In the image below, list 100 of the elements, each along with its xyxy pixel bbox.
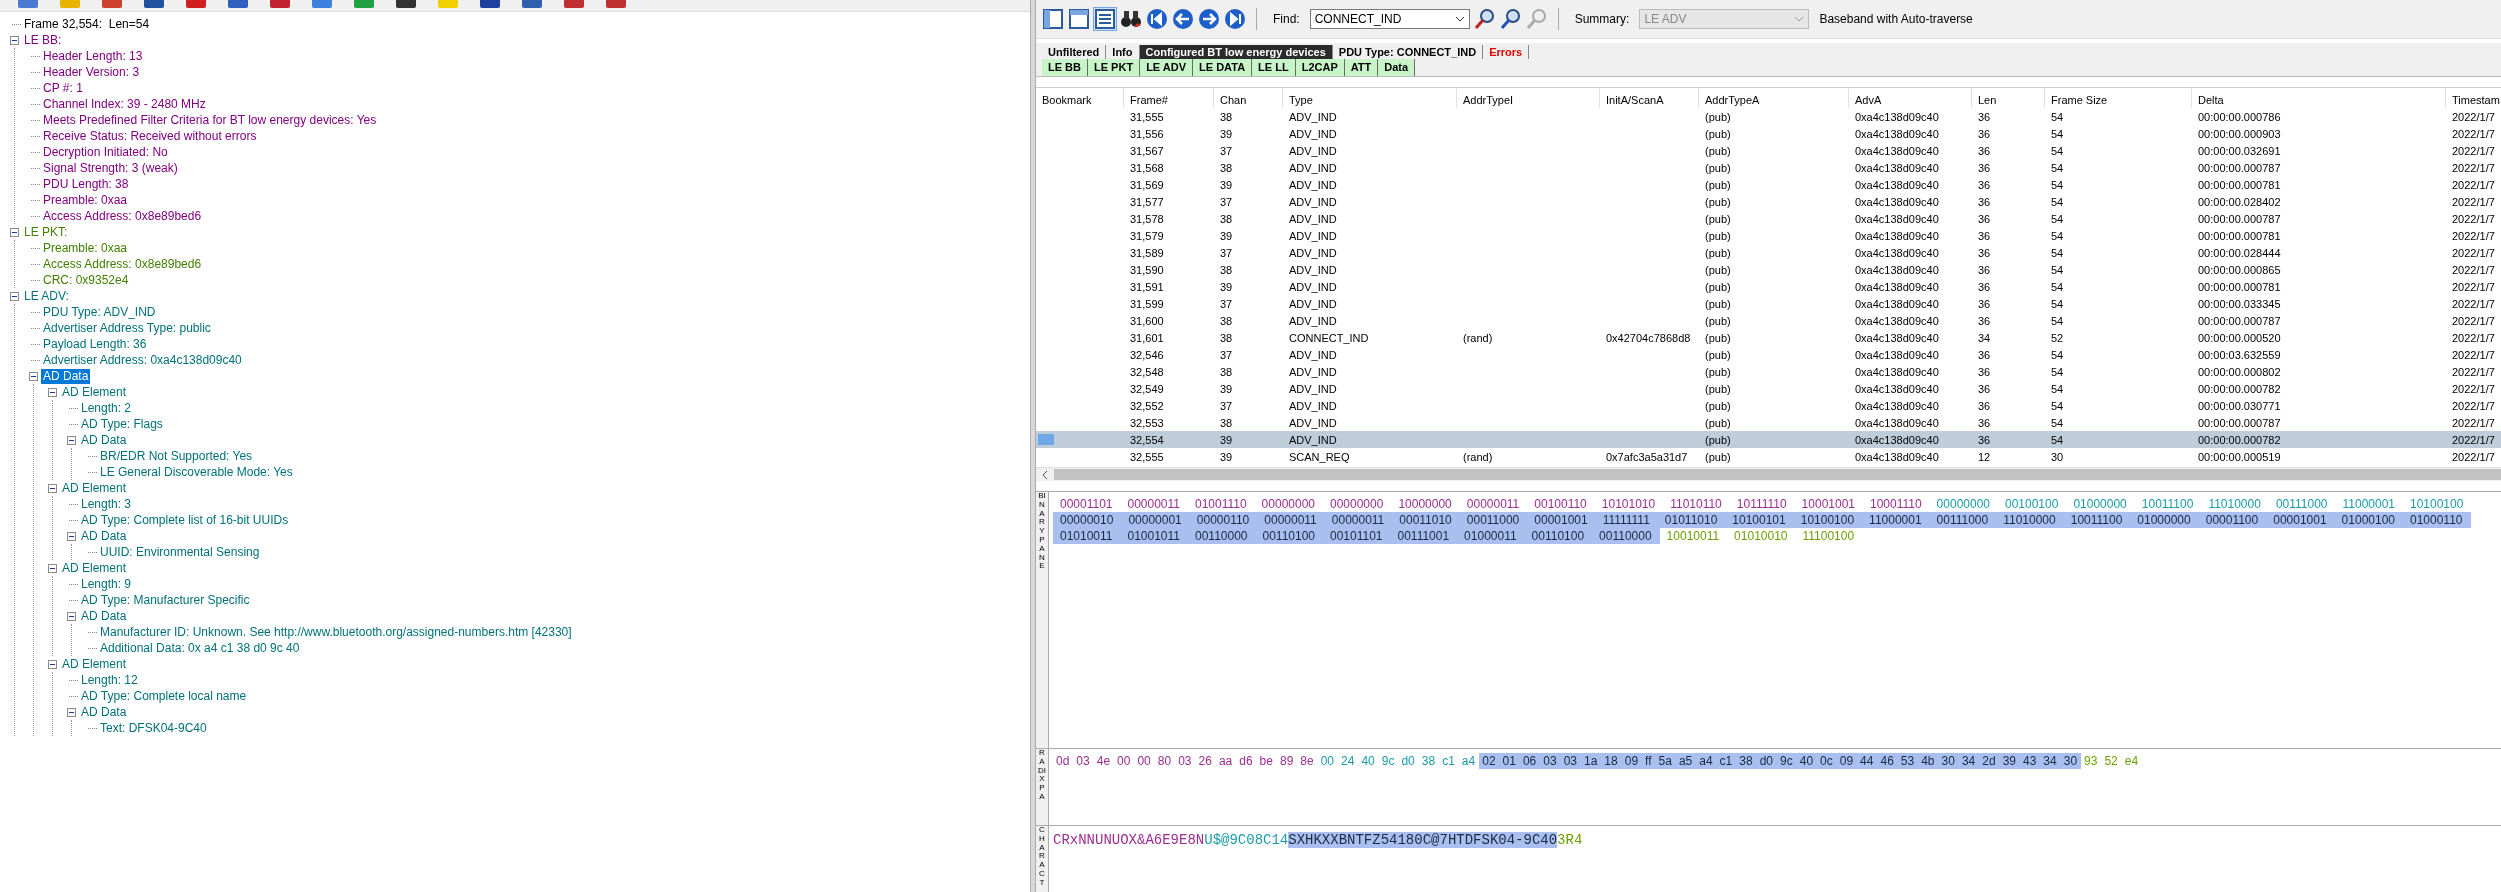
tree-item[interactable]: AD Data [79, 704, 129, 720]
column-header[interactable]: Delta [2192, 88, 2446, 108]
table-row[interactable]: 31,556 39 ADV_IND (pub) 0xa4c138d09c40 36 54 00:00:00.000903 2022/1/7 [1036, 125, 2501, 142]
tree-item[interactable]: Advertiser Address: 0xa4c138d09c40 [41, 352, 244, 368]
layer-tab[interactable]: LE LL [1252, 59, 1296, 76]
tree-item[interactable]: AD Type: Manufacturer Specific [79, 592, 252, 608]
column-header[interactable]: Frame Size [2045, 88, 2192, 108]
tree-item[interactable]: Receive Status: Received without errors [41, 128, 259, 144]
tree-item[interactable]: AD Type: Complete local name [79, 688, 249, 704]
tree-item[interactable]: AD Data [79, 432, 129, 448]
first-icon[interactable] [1146, 8, 1168, 30]
tree-item[interactable]: AD Data [79, 528, 129, 544]
table-row[interactable]: 32,548 38 ADV_IND (pub) 0xa4c138d09c40 36 54 00:00:00.000802 2022/1/7 [1036, 363, 2501, 380]
tree-item[interactable]: Access Address: 0x8e89bed6 [41, 208, 204, 224]
tree-item[interactable]: Length: 2 [79, 400, 134, 416]
collapse-toggle[interactable] [67, 435, 76, 445]
layer-tab[interactable]: LE BB [1042, 59, 1088, 76]
column-header[interactable]: Timestam [2446, 88, 2501, 108]
tree-item[interactable]: CRC: 0x9352e4 [41, 272, 131, 288]
layer-tab[interactable]: ATT [1344, 59, 1379, 76]
table-row[interactable]: 31,590 38 ADV_IND (pub) 0xa4c138d09c40 36 54 00:00:00.000865 2022/1/7 [1036, 261, 2501, 278]
table-row[interactable]: 32,546 37 ADV_IND (pub) 0xa4c138d09c40 36 54 00:00:03.632559 2022/1/7 [1036, 346, 2501, 363]
collapse-toggle[interactable] [48, 563, 57, 573]
tree-item[interactable]: AD Type: Complete list of 16-bit UUIDs [79, 512, 291, 528]
tree-item[interactable]: AD Element [60, 384, 129, 400]
table-row[interactable]: 32,552 37 ADV_IND (pub) 0xa4c138d09c40 36 54 00:00:00.030771 2022/1/7 [1036, 397, 2501, 414]
tree-item[interactable]: AD Data [41, 368, 91, 384]
tree-item[interactable]: AD Type: Flags [79, 416, 165, 432]
tree-item[interactable]: Signal Strength: 3 (weak) [41, 160, 180, 176]
column-header[interactable]: AdvA [1849, 88, 1972, 108]
column-header[interactable]: Frame# [1124, 88, 1214, 108]
tree-item[interactable]: Access Address: 0x8e89bed6 [41, 256, 204, 272]
tree-item[interactable]: Additional Data: 0x a4 c1 38 d0 9c 40 [98, 640, 302, 656]
column-header[interactable]: AddrTypeI [1457, 88, 1600, 108]
table-row[interactable]: 32,553 38 ADV_IND (pub) 0xa4c138d09c40 36 54 00:00:00.000787 2022/1/7 [1036, 414, 2501, 431]
table-row[interactable]: 31,591 39 ADV_IND (pub) 0xa4c138d09c40 36 54 00:00:00.000781 2022/1/7 [1036, 278, 2501, 295]
search-icon[interactable] [1499, 8, 1522, 30]
table-row[interactable]: 31,579 39 ADV_IND (pub) 0xa4c138d09c40 36 54 00:00:00.000781 2022/1/7 [1036, 227, 2501, 244]
list-view-icon[interactable] [1094, 8, 1116, 30]
binoculars-icon[interactable] [1120, 8, 1142, 30]
tree-item[interactable]: Advertiser Address Type: public [41, 320, 213, 336]
tree-item[interactable]: LE General Discoverable Mode: Yes [98, 464, 295, 480]
layer-tab[interactable]: LE ADV [1140, 59, 1194, 76]
tree-item[interactable]: LE PKT: [22, 224, 70, 240]
tree-item[interactable]: Length: 9 [79, 576, 134, 592]
tree-item[interactable]: AD Element [60, 480, 129, 496]
collapse-toggle[interactable] [29, 371, 38, 381]
collapse-toggle[interactable] [10, 227, 19, 237]
tree-item[interactable]: Text: DFSK04-9C40 [98, 720, 209, 736]
table-row[interactable]: 31,589 37 ADV_IND (pub) 0xa4c138d09c40 36 54 00:00:00.028444 2022/1/7 [1036, 244, 2501, 261]
tree-item[interactable]: Header Version: 3 [41, 64, 142, 80]
column-header[interactable]: Type [1283, 88, 1457, 108]
scroll-left-icon[interactable] [1042, 469, 1048, 480]
table-row[interactable]: 31,600 38 ADV_IND (pub) 0xa4c138d09c40 36 54 00:00:00.000787 2022/1/7 [1036, 312, 2501, 329]
collapse-toggle[interactable] [48, 659, 57, 669]
tree-item[interactable]: LE ADV: [22, 288, 71, 304]
tree-item[interactable]: Header Length: 13 [41, 48, 145, 64]
tree-item[interactable]: AD Element [60, 656, 129, 672]
layer-tab[interactable]: LE PKT [1088, 59, 1141, 76]
tree-item[interactable]: CP #: 1 [41, 80, 85, 96]
table-row[interactable]: 32,549 39 ADV_IND (pub) 0xa4c138d09c40 36 54 00:00:00.000782 2022/1/7 [1036, 380, 2501, 397]
column-header[interactable]: AddrTypeA [1699, 88, 1849, 108]
table-row[interactable]: 31,577 37 ADV_IND (pub) 0xa4c138d09c40 36 54 00:00:00.028402 2022/1/7 [1036, 193, 2501, 210]
tree-item[interactable]: Preamble: 0xaa [41, 192, 130, 208]
layer-tab[interactable]: L2CAP [1295, 59, 1345, 76]
table-row[interactable]: 31,599 37 ADV_IND (pub) 0xa4c138d09c40 36 54 00:00:00.033345 2022/1/7 [1036, 295, 2501, 312]
collapse-toggle[interactable] [67, 531, 76, 541]
next-icon[interactable] [1198, 8, 1220, 30]
filter-tab[interactable]: Configured BT low energy devices [1139, 45, 1333, 59]
column-header[interactable]: Chan [1214, 88, 1283, 108]
column-header[interactable]: Bookmark [1036, 88, 1124, 108]
caret-icon[interactable] [1454, 16, 1465, 22]
layer-tab[interactable]: LE DATA [1193, 59, 1253, 76]
table-row[interactable]: 32,555 39 SCAN_REQ (rand) 0x7afc3a5a31d7 (pub) 0xa4c138d09c40 12 30 00:00:00.000519 2022/1/7 [1036, 448, 2501, 465]
collapse-toggle[interactable] [10, 35, 19, 45]
tree-item[interactable]: Manufacturer ID: Unknown. See http://www.bluetooth.org/assigned-numbers.htm [42330] [98, 624, 574, 640]
tree-item[interactable]: AD Element [60, 560, 129, 576]
tree-item[interactable]: LE BB: [22, 32, 64, 48]
table-row[interactable]: 31,555 38 ADV_IND (pub) 0xa4c138d09c40 36 54 00:00:00.000786 2022/1/7 [1036, 108, 2501, 125]
table-row[interactable]: 31,569 39 ADV_IND (pub) 0xa4c138d09c40 36 54 00:00:00.000781 2022/1/7 [1036, 176, 2501, 193]
tree-item[interactable]: BR/EDR Not Supported: Yes [98, 448, 255, 464]
tree-item[interactable]: Preamble: 0xaa [41, 240, 130, 256]
table-row[interactable]: 31,578 38 ADV_IND (pub) 0xa4c138d09c40 36 54 00:00:00.000787 2022/1/7 [1036, 210, 2501, 227]
find-combobox[interactable]: CONNECT_IND [1309, 9, 1470, 29]
previous-icon[interactable] [1172, 8, 1194, 30]
tree-item[interactable]: Length: 12 [79, 672, 140, 688]
layer-tab[interactable]: Data [1378, 59, 1416, 76]
layout-icon[interactable] [1042, 8, 1064, 30]
collapse-toggle[interactable] [67, 611, 76, 621]
table-row[interactable]: 31,567 37 ADV_IND (pub) 0xa4c138d09c40 36 54 00:00:00.032691 2022/1/7 [1036, 142, 2501, 159]
column-header[interactable]: Len [1972, 88, 2045, 108]
tree-item[interactable]: AD Data [79, 608, 129, 624]
collapse-toggle[interactable] [48, 387, 57, 397]
last-icon[interactable] [1224, 8, 1246, 30]
table-row[interactable]: 31,568 38 ADV_IND (pub) 0xa4c138d09c40 36 54 00:00:00.000787 2022/1/7 [1036, 159, 2501, 176]
collapse-toggle[interactable] [67, 707, 76, 717]
tree-item[interactable]: PDU Length: 38 [41, 176, 131, 192]
tree-item[interactable]: Length: 3 [79, 496, 134, 512]
tree-item[interactable]: Channel Index: 39 - 2480 MHz [41, 96, 208, 112]
tree-item[interactable]: Payload Length: 36 [41, 336, 149, 352]
